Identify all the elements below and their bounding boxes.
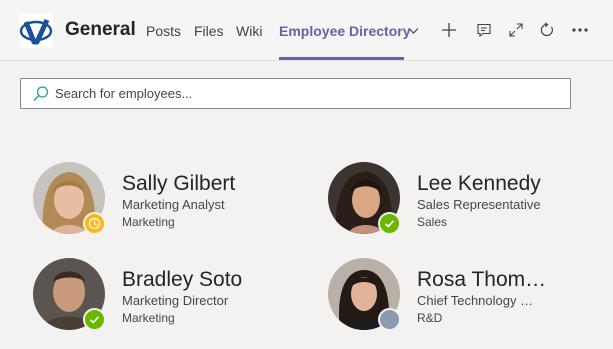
search-box	[20, 78, 571, 109]
tab-files[interactable]: Files	[194, 23, 224, 39]
offline-status-icon	[378, 308, 401, 331]
employee-title: Marketing Director	[122, 293, 229, 308]
tab-posts[interactable]: Posts	[146, 23, 181, 39]
chevron-down-icon[interactable]	[408, 25, 419, 36]
employee-name: Sally Gilbert	[122, 172, 236, 195]
tab-wiki[interactable]: Wiki	[236, 23, 262, 39]
employee-card[interactable]: Sally Gilbert Marketing Analyst Marketin…	[33, 162, 303, 242]
employee-title: Sales Representative	[417, 197, 541, 212]
more-options-button[interactable]	[568, 18, 592, 42]
app-header: General Posts Files Wiki Employee Direct…	[0, 0, 613, 61]
team-name: General	[65, 19, 136, 40]
employee-name: Rosa Thom…	[417, 268, 547, 291]
expand-button[interactable]	[504, 18, 528, 42]
active-tab-indicator	[279, 57, 404, 60]
employee-title: Chief Technology …	[417, 293, 534, 308]
team-logo	[19, 14, 53, 48]
search-icon	[33, 86, 49, 102]
employee-department: Marketing	[122, 215, 175, 229]
expand-icon	[509, 23, 523, 37]
team-logo-icon	[19, 18, 53, 45]
available-status-icon	[378, 212, 401, 235]
conversation-button[interactable]	[472, 18, 496, 42]
tab-employee-directory[interactable]: Employee Directory	[279, 23, 411, 39]
conversation-icon	[477, 23, 491, 38]
available-status-icon	[83, 308, 106, 331]
search-input[interactable]	[55, 83, 555, 104]
more-options-icon	[572, 28, 588, 32]
employee-department: R&D	[417, 311, 443, 325]
employee-name: Lee Kennedy	[417, 172, 541, 195]
employee-card[interactable]: Bradley Soto Marketing Director Marketin…	[33, 258, 303, 338]
employee-department: Marketing	[122, 311, 175, 325]
add-icon	[442, 23, 456, 37]
refresh-icon	[540, 22, 553, 37]
employee-card[interactable]: Lee Kennedy Sales Representative Sales	[328, 162, 598, 242]
employee-name: Bradley Soto	[122, 268, 243, 291]
employee-card[interactable]: Rosa Thom… Chief Technology … R&D	[328, 258, 598, 338]
away-status-icon	[83, 212, 106, 235]
add-tab-button[interactable]	[437, 18, 461, 42]
employee-department: Sales	[417, 215, 448, 229]
employee-title: Marketing Analyst	[122, 197, 225, 212]
refresh-button[interactable]	[535, 18, 559, 42]
